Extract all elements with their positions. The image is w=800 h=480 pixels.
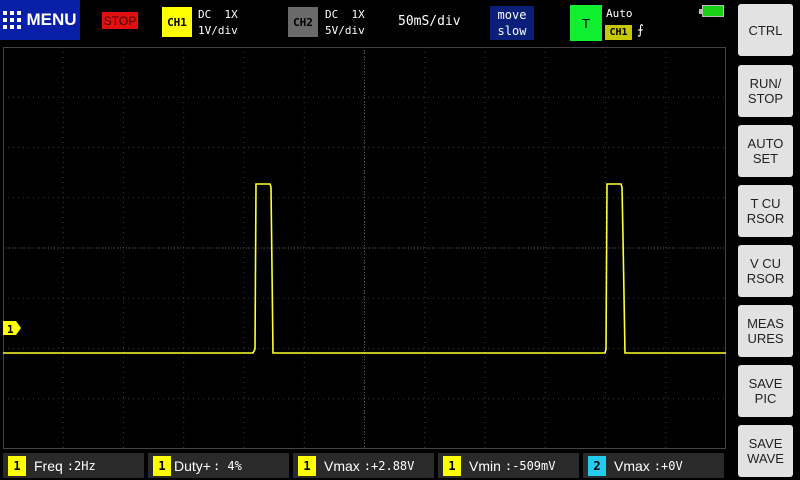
ctrl-button[interactable]: CTRL (738, 4, 793, 56)
trigger-source[interactable]: CH1 (605, 25, 632, 40)
waveform-display[interactable]: 1 (3, 47, 726, 449)
measurement-ch2-vmax[interactable]: 2 Vmax :+0V (583, 453, 724, 478)
ch2-tag[interactable]: CH2 (288, 7, 318, 37)
ch1-scale: 1V/div (198, 24, 238, 37)
move-speed-toggle[interactable]: move slow (490, 6, 534, 40)
save-wave-button[interactable]: SAVE WAVE (738, 425, 793, 477)
graticule-grid (3, 47, 726, 449)
waveform-canvas: 1 (3, 47, 726, 449)
measurement-name: Duty+ (174, 457, 211, 474)
trigger-mode[interactable]: Auto (606, 7, 633, 20)
save-pic-button[interactable]: SAVE PIC (738, 365, 793, 417)
channel-badge: 1 (298, 455, 316, 476)
control-panel: CTRL RUN/ STOP AUTO SET T CU RSOR V CU R… (738, 0, 800, 480)
auto-set-button[interactable]: AUTO SET (738, 125, 793, 177)
menu-button[interactable]: MENU (0, 0, 80, 40)
ch1-ground-marker[interactable]: 1 (3, 321, 21, 336)
move-label: move (497, 8, 527, 22)
measurement-name: Freq (34, 457, 63, 474)
channel-badge: 1 (8, 455, 26, 476)
ch1-settings[interactable]: DC 1X 1V/div (198, 7, 238, 39)
volt-cursor-button[interactable]: V CU RSOR (738, 245, 793, 297)
run-state-badge[interactable]: STOP (102, 12, 138, 29)
ch1-marker-label: 1 (7, 323, 14, 336)
rising-edge-icon: ⨍ (637, 23, 644, 38)
measurement-name: Vmax (324, 457, 360, 474)
ch2-settings[interactable]: DC 1X 5V/div (325, 7, 365, 39)
menu-label: MENU (26, 10, 77, 29)
measurement-name: Vmin (469, 457, 501, 474)
measurement-value: :+2.88V (363, 458, 415, 473)
channel-badge: 2 (588, 455, 606, 476)
ch2-scale: 5V/div (325, 24, 365, 37)
measurement-freq[interactable]: 1 Freq :2Hz (3, 453, 144, 478)
channel-badge: 1 (153, 455, 171, 476)
ch1-coupling: DC 1X (198, 8, 238, 21)
measurement-duty[interactable]: 1 Duty+ : 4% (148, 453, 289, 478)
measurement-bar: 1 Freq :2Hz 1 Duty+ : 4% 1 Vmax :+2.88V … (0, 452, 730, 480)
measurement-ch1-vmax[interactable]: 1 Vmax :+2.88V (293, 453, 434, 478)
channel-badge: 1 (443, 455, 461, 476)
ch2-coupling: DC 1X (325, 8, 365, 21)
measures-button[interactable]: MEAS URES (738, 305, 793, 357)
move-speed-label: slow (497, 24, 527, 38)
measurement-value: :2Hz (66, 458, 96, 473)
measurement-value: :-509mV (504, 458, 556, 473)
time-cursor-button[interactable]: T CU RSOR (738, 185, 793, 237)
ch1-tag[interactable]: CH1 (162, 7, 192, 37)
measurement-value: :+0V (653, 458, 683, 473)
top-status-bar: MENU STOP CH1 DC 1X 1V/div CH2 DC 1X 5V/… (0, 0, 730, 44)
measurement-vmin[interactable]: 1 Vmin :-509mV (438, 453, 579, 478)
measurement-value: : 4% (212, 458, 242, 473)
battery-icon (699, 5, 724, 17)
trigger-button[interactable]: T (570, 5, 602, 41)
timebase-readout[interactable]: 50mS/div (398, 14, 461, 29)
grid-menu-icon (3, 11, 22, 29)
run-stop-button[interactable]: RUN/ STOP (738, 65, 793, 117)
measurement-name: Vmax (614, 457, 650, 474)
